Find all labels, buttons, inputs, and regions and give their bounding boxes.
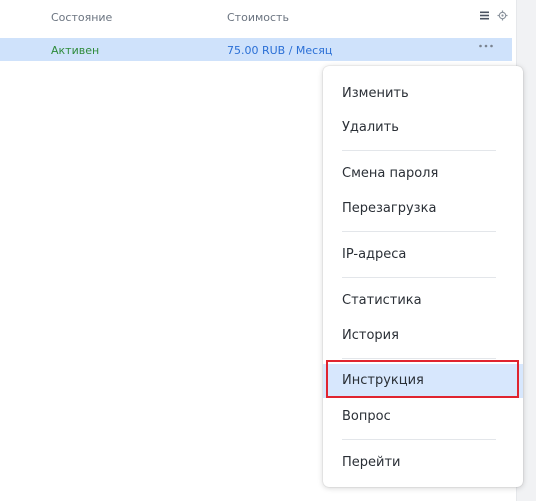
menu-item-edit[interactable]: Изменить <box>323 77 523 111</box>
menu-divider <box>342 277 496 278</box>
menu-item-label: Вопрос <box>342 409 391 424</box>
column-header-state[interactable]: Состояние <box>51 11 112 24</box>
menu-item-change-password[interactable]: Смена пароля <box>323 157 523 191</box>
menu-item-label: Смена пароля <box>342 166 439 181</box>
menu-item-history[interactable]: История <box>323 319 523 353</box>
menu-item-label: Удалить <box>342 120 399 135</box>
cost-value[interactable]: 75.00 RUB / Месяц <box>227 44 332 57</box>
menu-item-question[interactable]: Вопрос <box>323 400 523 434</box>
menu-divider <box>342 150 496 151</box>
menu-item-label: История <box>342 328 399 343</box>
menu-item-instruction[interactable]: Инструкция <box>323 364 523 398</box>
menu-item-reboot[interactable]: Перезагрузка <box>323 192 523 226</box>
menu-item-label: IP-адреса <box>342 247 407 262</box>
column-header-cost[interactable]: Стоимость <box>227 11 289 24</box>
table-row[interactable]: Активен 75.00 RUB / Месяц <box>0 38 512 61</box>
menu-item-label: Перейти <box>342 455 401 470</box>
status-value: Активен <box>51 44 100 57</box>
row-actions-dropdown: Изменить Удалить Смена пароля Перезагруз… <box>323 66 523 487</box>
page: Состояние Стоимость Активен 75.00 RUB / … <box>0 0 536 501</box>
menu-item-delete[interactable]: Удалить <box>323 111 523 145</box>
menu-item-label: Перезагрузка <box>342 201 437 216</box>
menu-item-ip-addresses[interactable]: IP-адреса <box>323 238 523 272</box>
menu-divider <box>342 231 496 232</box>
hamburger-icon[interactable] <box>479 10 490 21</box>
menu-item-label: Изменить <box>342 86 409 101</box>
menu-item-label: Инструкция <box>342 373 424 388</box>
menu-divider <box>342 439 496 440</box>
menu-item-go-to[interactable]: Перейти <box>323 446 523 480</box>
menu-divider <box>342 358 496 359</box>
more-dots-icon[interactable] <box>478 43 494 49</box>
menu-item-statistics[interactable]: Статистика <box>323 284 523 318</box>
table-header: Состояние Стоимость <box>0 0 516 37</box>
gear-icon[interactable] <box>497 10 508 21</box>
menu-item-label: Статистика <box>342 293 422 308</box>
